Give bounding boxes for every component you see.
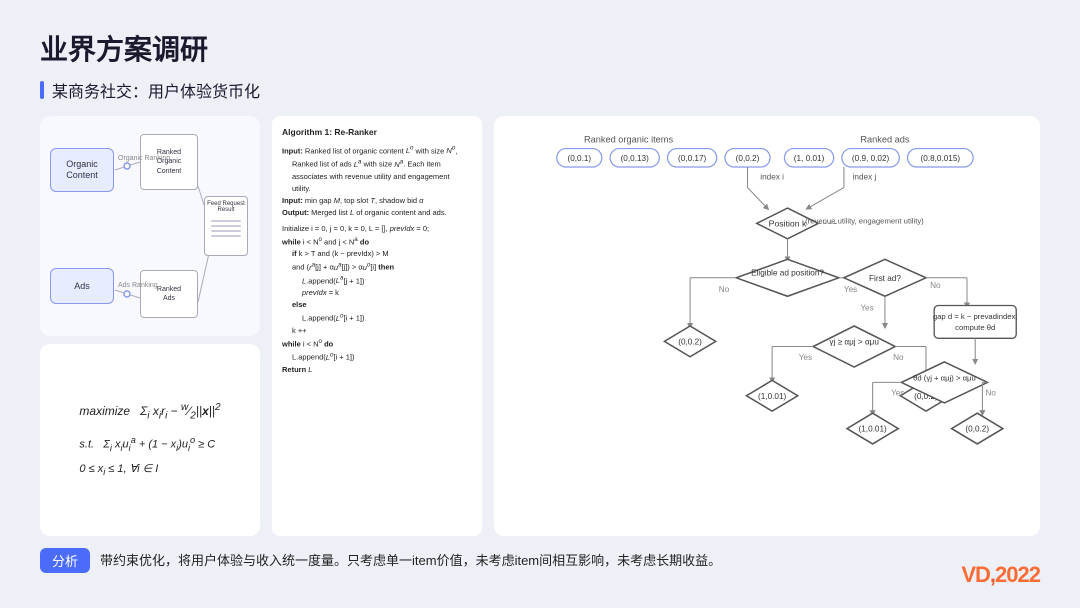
algo-output: Output: Merged list L of organic content… xyxy=(282,207,472,219)
ranked-organic-box: RankedOrganicContent xyxy=(140,134,198,190)
flow-inner: OrganicContent Ads RankedOrganicContent … xyxy=(50,130,250,322)
subtitle-bar xyxy=(40,81,44,99)
organic-content-box: OrganicContent xyxy=(50,148,114,192)
mid-panel: Algorithm 1: Re-Ranker Input: Ranked lis… xyxy=(272,116,482,536)
ads-ranking-label: Ads Ranking xyxy=(118,282,158,289)
ads-label: Ads xyxy=(74,281,90,291)
vdc-year: 2022 xyxy=(995,562,1040,587)
svg-text:First ad?: First ad? xyxy=(869,274,901,283)
organic-content-label: OrganicContent xyxy=(66,159,98,181)
algo-else: else xyxy=(292,299,472,311)
math-line2: s.t. Σi xiuia + (1 − xi)uio ≥ C xyxy=(79,432,220,456)
vdc-logo: VD,2022 xyxy=(961,562,1040,588)
right-panel: Ranked organic items Ranked ads (0,0.1) … xyxy=(494,116,1040,536)
left-panel: OrganicContent Ads RankedOrganicContent … xyxy=(40,116,260,536)
flowchart-svg: Ranked organic items Ranked ads (0,0.1) … xyxy=(504,126,1030,526)
math-line1: maximize Σi xiri − w⁄2||x||2 xyxy=(79,399,220,425)
svg-text:No: No xyxy=(893,353,904,362)
ranked-ads-label-fc: Ranked ads xyxy=(860,134,910,144)
svg-text:(1,0.01): (1,0.01) xyxy=(859,425,887,434)
main-container: 业界方案调研 某商务社交：用户体验货币化 xyxy=(0,0,1080,608)
svg-text:No: No xyxy=(930,281,941,290)
svg-text:Yes: Yes xyxy=(891,389,904,398)
algo-input4: utility. xyxy=(292,183,472,195)
ads-box: Ads xyxy=(50,268,114,304)
algo-input5: Input: min gap M, top slot T, shadow bid… xyxy=(282,195,472,207)
svg-text:Yes: Yes xyxy=(844,285,857,294)
ranked-organic-items-label: Ranked organic items xyxy=(584,134,674,144)
subtitle-text: 某商务社交：用户体验货币化 xyxy=(52,78,260,102)
algo-kpp: k ++ xyxy=(292,325,472,337)
svg-text:No: No xyxy=(719,285,730,294)
flow-diagram: OrganicContent Ads RankedOrganicContent … xyxy=(40,116,260,336)
algo-input1: Input: Ranked list of organic content Lo… xyxy=(282,144,472,158)
svg-text:index i: index i xyxy=(760,172,784,181)
algo-la2: L.append(Lo[i + 1]) xyxy=(302,311,472,325)
math-content: maximize Σi xiri − w⁄2||x||2 s.t. Σi xiu… xyxy=(79,399,220,480)
content-area: OrganicContent Ads RankedOrganicContent … xyxy=(40,116,1040,536)
algo-init: Initialize i = 0, j = 0, k = 0, L = [], … xyxy=(282,223,472,235)
ranked-ads-box: RankedAds xyxy=(140,270,198,318)
algo-la3: L.append(Lo[i + 1]) xyxy=(292,350,472,364)
organic-ranking-label: Organic Ranking xyxy=(118,155,170,162)
analysis-bar: 分析 带约束优化，将用户体验与收入统一度量。只考虑单一item价值，未考虑ite… xyxy=(40,548,1040,573)
feed-result-box: Feed RequestResult xyxy=(204,196,248,256)
analysis-text: 带约束优化，将用户体验与收入统一度量。只考虑单一item价值，未考虑item间相… xyxy=(100,551,721,571)
math-line3: 0 ≤ xi ≤ 1, ∀i ∈ I xyxy=(79,460,220,481)
svg-text:Yes: Yes xyxy=(860,304,873,313)
svg-text:(0.9, 0.02): (0.9, 0.02) xyxy=(852,154,890,163)
analysis-tag: 分析 xyxy=(40,548,90,573)
svg-text:(0.8,0.015): (0.8,0.015) xyxy=(921,154,961,163)
svg-text:γj ≥ αμj > αμu: γj ≥ αμj > αμu xyxy=(829,337,879,346)
algo-while1: while i < No and j < Na do xyxy=(282,235,472,249)
math-box: maximize Σi xiri − w⁄2||x||2 s.t. Σi xiu… xyxy=(40,344,260,536)
svg-text:(0,0.2): (0,0.2) xyxy=(678,337,702,346)
vdc-text: VD, xyxy=(961,562,995,587)
svg-text:(revenue utility, engagement u: (revenue utility, engagement utility) xyxy=(805,216,924,225)
svg-text:(0,0.2): (0,0.2) xyxy=(736,154,760,163)
feed-result-label: Feed RequestResult xyxy=(207,201,245,213)
algo-input3: associates with revenue utility and enga… xyxy=(292,171,472,183)
svg-text:compute θd: compute θd xyxy=(955,323,995,332)
algorithm-box: Algorithm 1: Re-Ranker Input: Ranked lis… xyxy=(272,116,482,536)
ranked-organic-label: RankedOrganicContent xyxy=(157,148,182,175)
algo-and1: and (ra[j] + αua[j]) > αuo[i] then xyxy=(292,260,472,274)
ranked-ads-label: RankedAds xyxy=(157,285,181,303)
algo-la1: L.append(La[j + 1]) xyxy=(302,274,472,288)
svg-text:gap d = k − prevadindex;: gap d = k − prevadindex; xyxy=(933,312,1018,321)
svg-text:(0,0.2): (0,0.2) xyxy=(965,425,989,434)
svg-text:(0,0.17): (0,0.17) xyxy=(678,154,706,163)
algo-previdx: prevIdx = k xyxy=(302,287,472,299)
feed-lines xyxy=(211,217,241,240)
svg-text:θd (γj + αμj) > αμu: θd (γj + αμj) > αμu xyxy=(913,373,976,382)
svg-text:(0,0.1): (0,0.1) xyxy=(567,154,591,163)
svg-text:Eligible ad position?: Eligible ad position? xyxy=(751,269,824,278)
page-title: 业界方案调研 xyxy=(40,28,1040,68)
algo-title: Algorithm 1: Re-Ranker xyxy=(282,126,472,140)
algo-input2: Ranked list of ads La with size Na. Each… xyxy=(292,157,472,171)
svg-text:index j: index j xyxy=(853,172,877,181)
algo-while2: while i < No do xyxy=(282,337,472,351)
svg-text:(0,0.13): (0,0.13) xyxy=(621,154,649,163)
svg-text:Yes: Yes xyxy=(799,353,812,362)
svg-text:(1, 0.01): (1, 0.01) xyxy=(794,154,825,163)
svg-text:(1,0.01): (1,0.01) xyxy=(758,392,786,401)
svg-text:Position k: Position k xyxy=(769,219,807,229)
svg-text:No: No xyxy=(985,389,996,398)
algo-if1: if k > T and (k − prevIdx) > M xyxy=(292,248,472,260)
subtitle: 某商务社交：用户体验货币化 xyxy=(40,78,1040,102)
algo-return: Return L xyxy=(282,364,472,376)
